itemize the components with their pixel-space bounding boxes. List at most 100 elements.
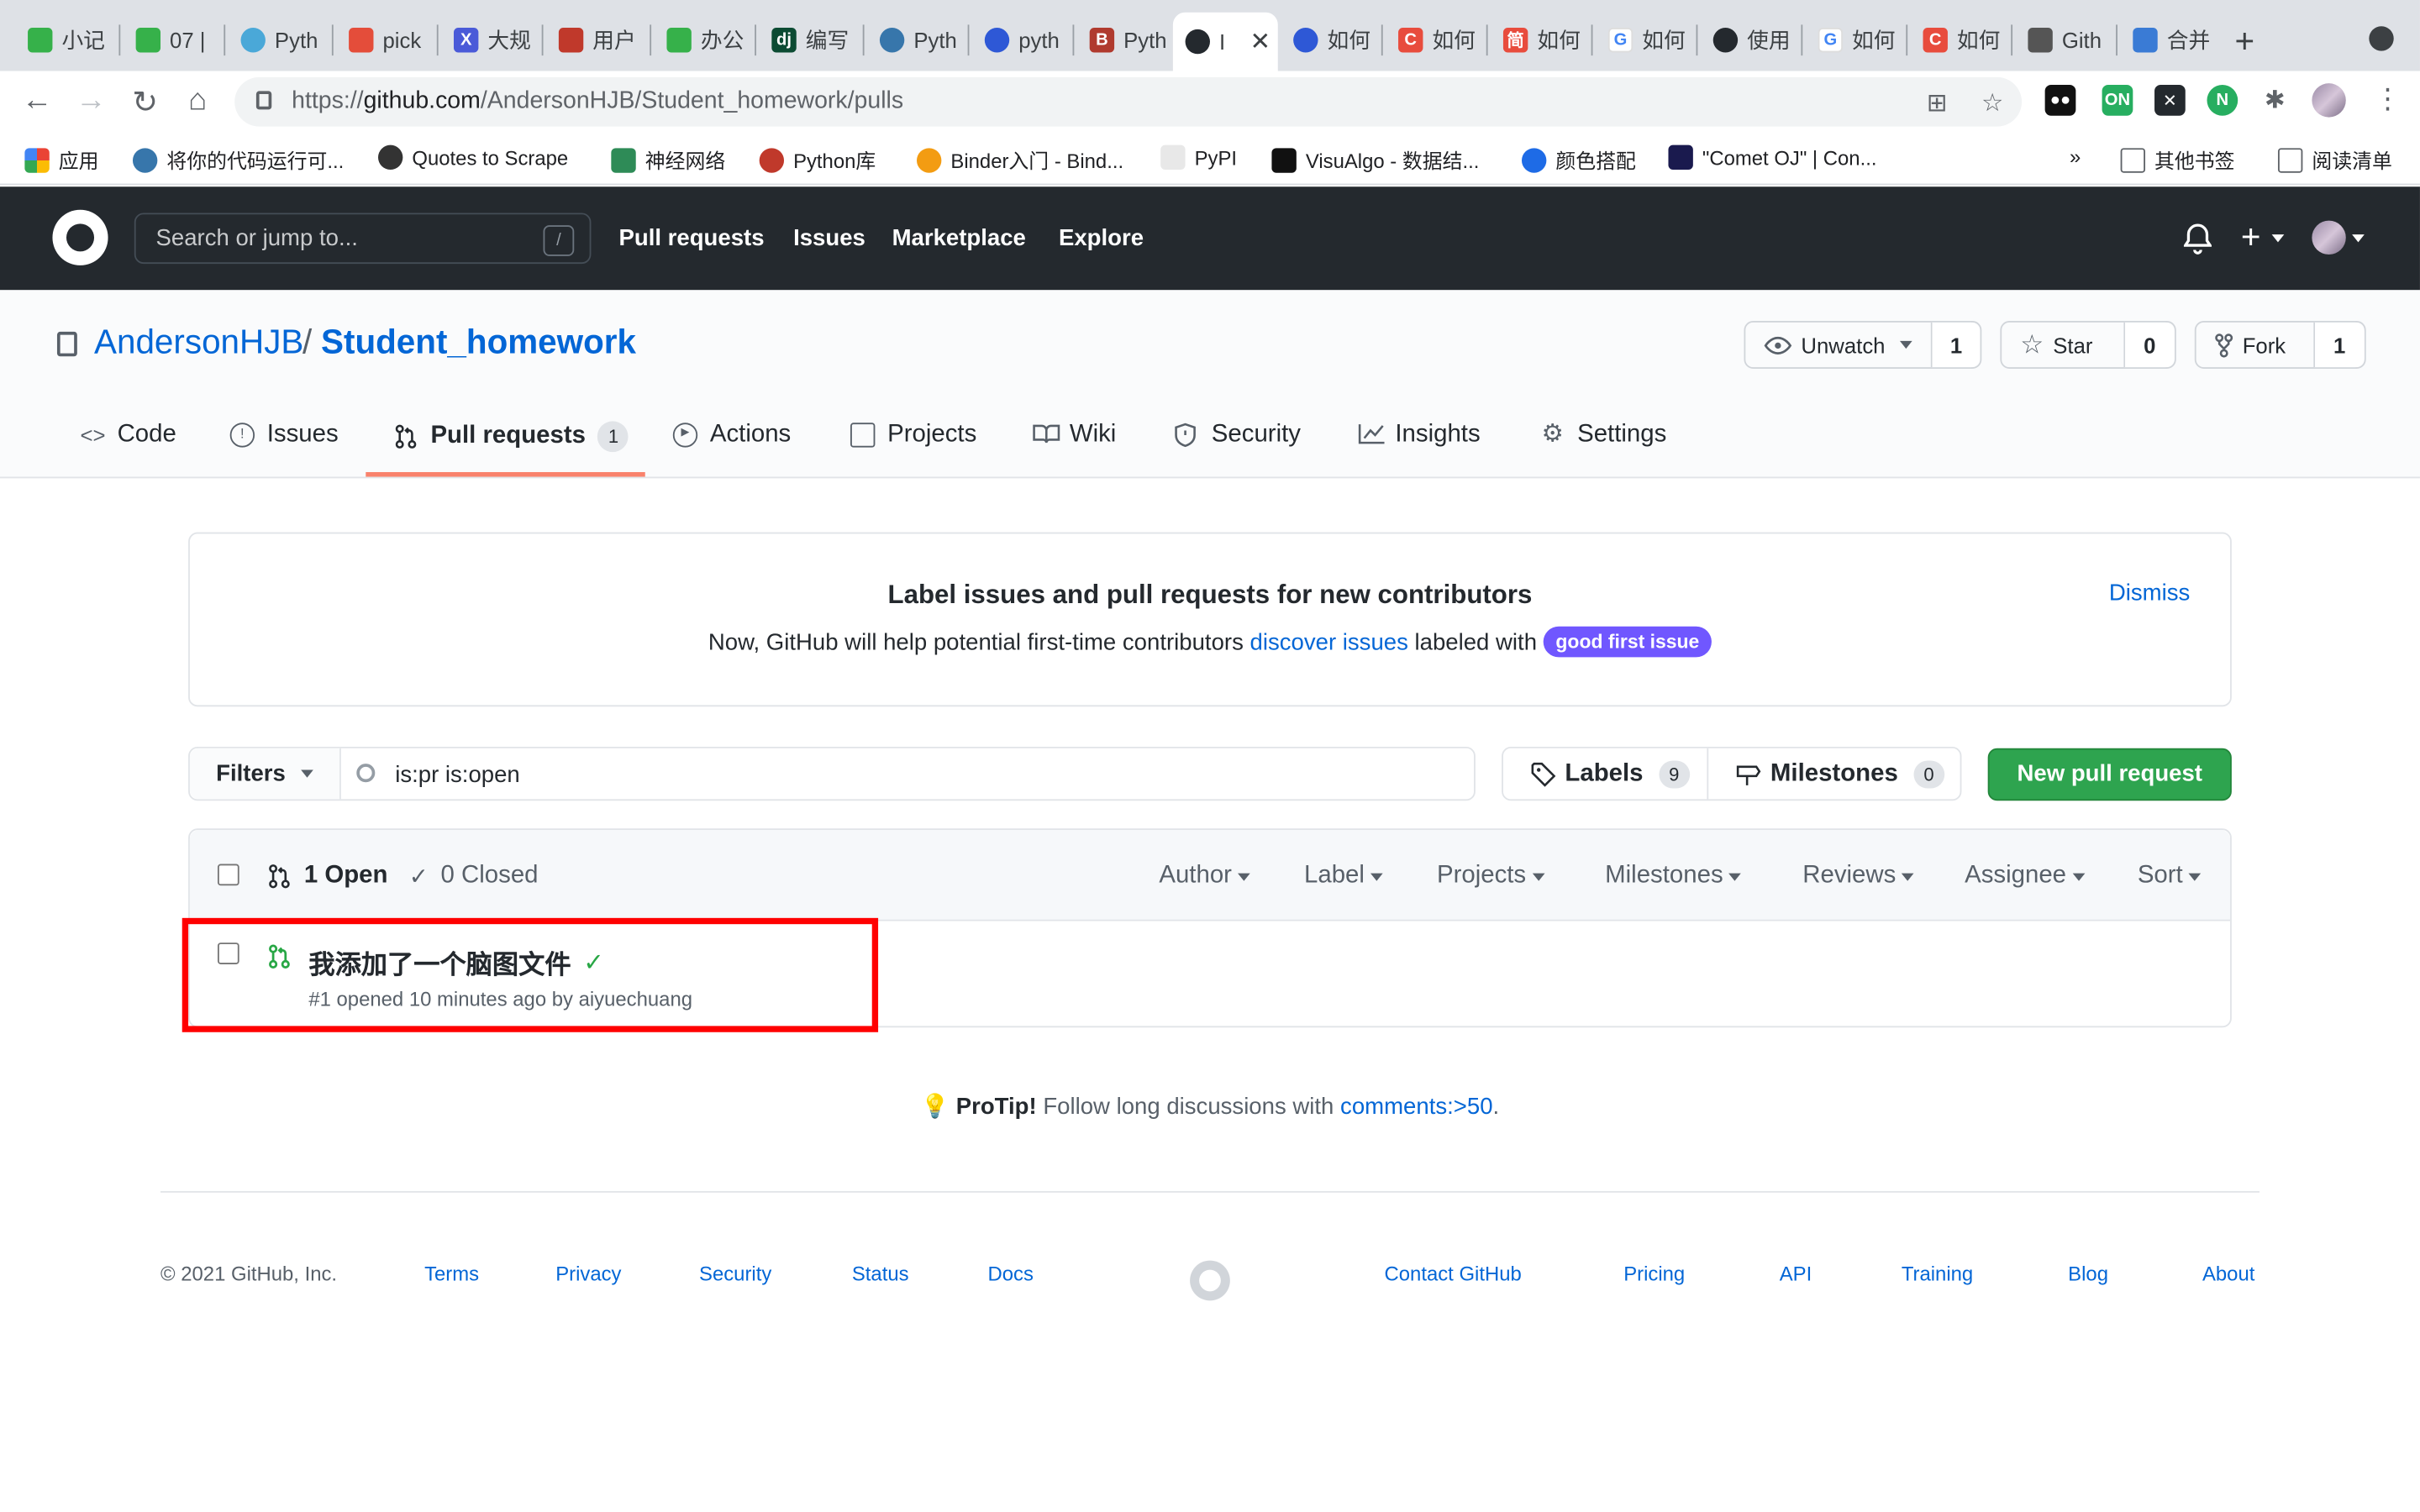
- reload-icon[interactable]: ↻: [127, 83, 164, 122]
- protip-link[interactable]: comments:>50: [1340, 1094, 1492, 1120]
- footer-link-training[interactable]: Training: [1902, 1262, 1973, 1285]
- bookmark-item[interactable]: Quotes to Scrape: [377, 144, 568, 171]
- bookmark-item[interactable]: 颜色搭配: [1521, 145, 1636, 175]
- back-arrow-icon[interactable]: ←: [18, 83, 55, 118]
- milestones-button[interactable]: Milestones 0: [1708, 748, 1960, 800]
- extensions-puzzle-icon[interactable]: ✱: [2259, 85, 2291, 116]
- profile-avatar[interactable]: [2312, 83, 2346, 118]
- browser-tab[interactable]: G 如何: [1596, 15, 1695, 65]
- star-button[interactable]: ☆ Star 0: [2000, 321, 2176, 369]
- browser-tab[interactable]: 使用: [1701, 15, 1800, 65]
- browser-tab[interactable]: X 大规: [441, 15, 540, 65]
- good-first-issue-label[interactable]: good first issue: [1543, 626, 1712, 658]
- browser-tab[interactable]: pyth: [972, 15, 1071, 65]
- bookmark-item[interactable]: 将你的代码运行可...: [132, 145, 344, 175]
- repo-name-link[interactable]: Student_homework: [321, 323, 636, 363]
- github-footer-logo-icon[interactable]: [1190, 1260, 1230, 1301]
- header-nav-pull-requests[interactable]: Pull requests: [619, 225, 765, 251]
- browser-tab[interactable]: Gith: [2016, 15, 2115, 65]
- assignee-filter[interactable]: Assignee: [1965, 863, 2086, 890]
- create-new-plus-icon[interactable]: +: [2241, 218, 2261, 258]
- tab-wiki[interactable]: Wiki: [1033, 421, 1116, 449]
- header-nav-explore[interactable]: Explore: [1059, 225, 1144, 251]
- fork-count[interactable]: 1: [2312, 322, 2365, 368]
- tab-issues[interactable]: ! Issues: [229, 421, 339, 449]
- footer-link-blog[interactable]: Blog: [2068, 1262, 2108, 1285]
- footer-link-about[interactable]: About: [2202, 1262, 2254, 1285]
- search-input[interactable]: Search or jump to... /: [134, 213, 592, 265]
- browser-tab[interactable]: Pyth: [229, 15, 330, 65]
- footer-link-privacy[interactable]: Privacy: [555, 1262, 621, 1285]
- footer-link-security[interactable]: Security: [699, 1262, 771, 1285]
- forward-arrow-icon[interactable]: →: [72, 83, 109, 118]
- watch-button[interactable]: Unwatch 1: [1744, 321, 1982, 369]
- browser-tab[interactable]: C 如何: [1911, 15, 2010, 65]
- browser-tab[interactable]: 合并: [2121, 15, 2220, 65]
- extension-icon[interactable]: ●●: [2044, 85, 2076, 116]
- tab-insights[interactable]: Insights: [1358, 421, 1481, 449]
- bookmark-item[interactable]: VisuAlgo - 数据结...: [1271, 145, 1479, 175]
- extension-on-icon[interactable]: ON: [2102, 85, 2133, 116]
- bookmark-item[interactable]: Python库: [759, 145, 876, 175]
- repo-owner-link[interactable]: AndersonHJB: [94, 323, 303, 363]
- footer-link-pricing[interactable]: Pricing: [1623, 1262, 1685, 1285]
- footer-link-docs[interactable]: Docs: [987, 1262, 1033, 1285]
- tab-pull-requests[interactable]: Pull requests 1: [393, 421, 629, 453]
- browser-menu-icon[interactable]: ⋮: [2369, 83, 2406, 116]
- browser-tab[interactable]: 用户: [546, 15, 648, 65]
- bookmark-item[interactable]: Binder入门 - Bind...: [916, 145, 1123, 175]
- other-bookmarks[interactable]: 其他书签: [2120, 145, 2235, 175]
- browser-tab[interactable]: G 如何: [1806, 15, 1905, 65]
- new-tab-icon[interactable]: +: [2235, 22, 2255, 62]
- browser-tab[interactable]: 简如何: [1491, 15, 1590, 65]
- home-icon[interactable]: ⌂: [179, 83, 216, 118]
- label-filter[interactable]: Label: [1304, 863, 1383, 890]
- sort-dropdown[interactable]: Sort: [2138, 863, 2202, 890]
- reading-list[interactable]: 阅读清单: [2277, 145, 2392, 175]
- select-all-checkbox[interactable]: [217, 864, 239, 886]
- footer-link-contact[interactable]: Contact GitHub: [1385, 1262, 1522, 1285]
- watch-count[interactable]: 1: [1930, 322, 1981, 368]
- bookmarks-overflow[interactable]: »: [2070, 145, 2081, 169]
- browser-tab[interactable]: 办公: [655, 15, 754, 65]
- browser-tab[interactable]: C 如何: [1386, 15, 1485, 65]
- extension-icon[interactable]: N: [2207, 85, 2238, 116]
- new-pull-request-button[interactable]: New pull request: [1987, 748, 2232, 801]
- pr-search-input[interactable]: is:pr is:open: [395, 762, 520, 788]
- header-nav-issues[interactable]: Issues: [793, 225, 865, 251]
- bookmark-item[interactable]: 应用: [24, 145, 99, 175]
- footer-link-status[interactable]: Status: [852, 1262, 909, 1285]
- tab-close-icon[interactable]: ✕: [1250, 26, 1271, 57]
- milestones-filter[interactable]: Milestones: [1605, 863, 1742, 890]
- filters-dropdown[interactable]: Filters: [189, 748, 341, 800]
- browser-tab-active[interactable]: I ✕: [1172, 12, 1278, 71]
- browser-tab[interactable]: 07 |: [124, 15, 223, 65]
- projects-filter[interactable]: Projects: [1437, 863, 1545, 890]
- bell-icon[interactable]: [2183, 223, 2215, 255]
- tab-search-icon[interactable]: [2369, 26, 2394, 51]
- footer-link-terms[interactable]: Terms: [424, 1262, 479, 1285]
- extension-icon[interactable]: ✕: [2154, 85, 2186, 116]
- bookmark-item[interactable]: 神经网络: [611, 145, 725, 175]
- labels-button[interactable]: Labels 9: [1503, 748, 1707, 800]
- reviews-filter[interactable]: Reviews: [1802, 863, 1915, 890]
- open-filter[interactable]: 1 Open: [267, 863, 387, 890]
- github-logo-icon[interactable]: [52, 209, 108, 265]
- browser-tab[interactable]: 如何: [1281, 15, 1380, 65]
- browser-tab[interactable]: Pyth: [867, 15, 966, 65]
- fork-button[interactable]: Fork 1: [2194, 321, 2366, 369]
- closed-filter[interactable]: ✓ 0 Closed: [409, 863, 539, 890]
- header-nav-marketplace[interactable]: Marketplace: [892, 225, 1026, 251]
- bookmark-item[interactable]: "Comet OJ" | Con...: [1668, 144, 1876, 171]
- tab-settings[interactable]: ⚙ Settings: [1540, 421, 1667, 449]
- discover-issues-link[interactable]: discover issues: [1250, 629, 1408, 655]
- bookmark-item[interactable]: PyPI: [1160, 144, 1237, 171]
- url-text[interactable]: https://github.com/AndersonHJB/Student_h…: [292, 88, 903, 116]
- footer-link-api[interactable]: API: [1780, 1262, 1812, 1285]
- translate-icon[interactable]: ⊞: [1923, 88, 1951, 117]
- author-filter[interactable]: Author: [1159, 863, 1250, 890]
- tab-actions[interactable]: ▶ Actions: [672, 421, 791, 449]
- browser-tab[interactable]: 小记: [15, 15, 117, 65]
- bookmark-star-icon[interactable]: ☆: [1979, 88, 2007, 117]
- tab-security[interactable]: Security: [1175, 421, 1301, 449]
